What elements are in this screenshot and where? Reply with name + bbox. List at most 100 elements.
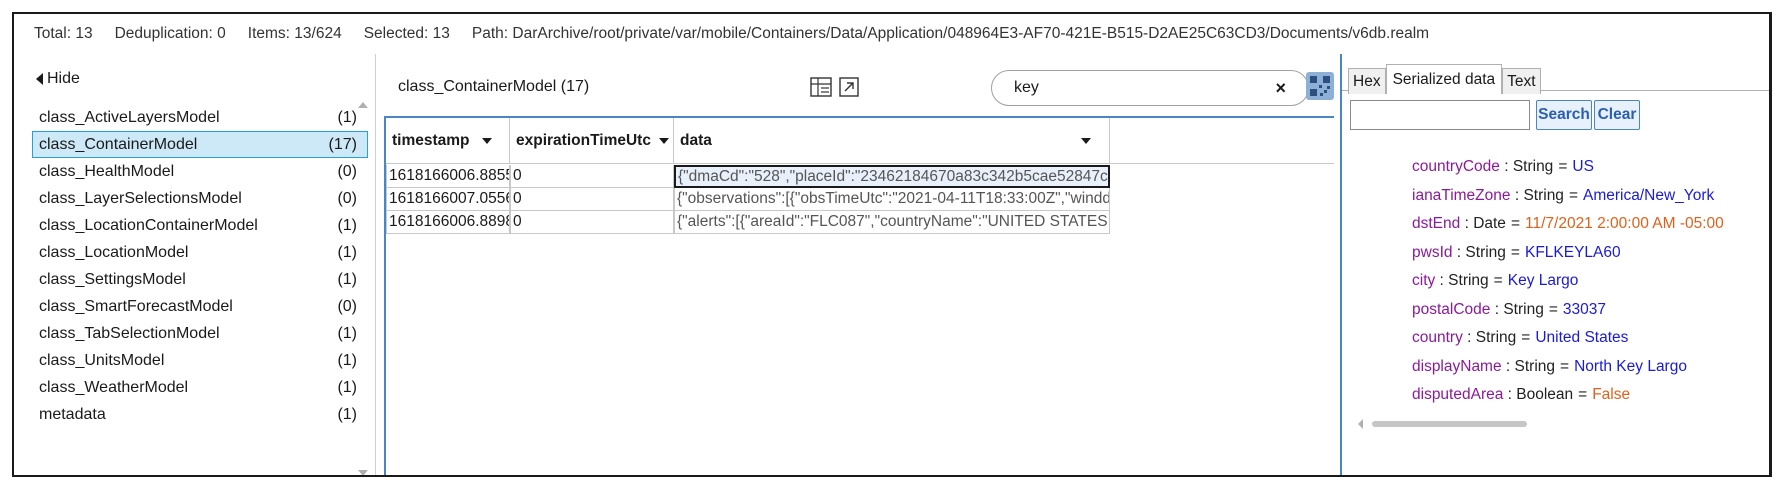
- property-name: pwsId: [1412, 243, 1453, 261]
- table-view-icon[interactable]: [808, 74, 834, 100]
- property-row[interactable]: postalCode : String = 33037: [1412, 299, 1606, 321]
- class-list-item[interactable]: class_WeatherModel (1): [32, 374, 368, 401]
- property-row[interactable]: country : String = United States: [1412, 327, 1628, 349]
- search-clear-icon[interactable]: ×: [1275, 78, 1286, 99]
- property-name: disputedArea: [1412, 386, 1504, 403]
- property-value: False: [1592, 386, 1631, 403]
- property-value: America/New_York: [1583, 186, 1715, 204]
- external-open-icon[interactable]: [836, 74, 862, 100]
- search-button[interactable]: Search: [1536, 100, 1592, 130]
- class-list-item[interactable]: class_TabSelectionModel (1): [32, 320, 368, 347]
- column-header-expiration[interactable]: expirationTimeUtc: [510, 118, 674, 164]
- sort-down-icon[interactable]: [1081, 138, 1091, 144]
- property-value: North Key Largo: [1574, 357, 1687, 375]
- tab-text[interactable]: Text: [1502, 68, 1541, 94]
- class-list: class_ActiveLayersModel (1) class_Containe…: [32, 104, 368, 428]
- column-header-label: timestamp: [392, 132, 470, 149]
- property-equals: =: [1548, 300, 1558, 318]
- record-search-box[interactable]: ×: [991, 70, 1309, 106]
- property-equals: =: [1510, 215, 1520, 232]
- cell-data[interactable]: {"alerts":[{"areaId":"FLC087","countryNa…: [674, 211, 1110, 234]
- property-row[interactable]: displayName : String = North Key Largo: [1412, 356, 1687, 378]
- property-value: Key Largo: [1507, 272, 1579, 289]
- property-value: 11/7/2021 2:00:00 AM -05:00: [1525, 215, 1724, 232]
- column-header-timestamp[interactable]: timestamp: [386, 118, 510, 164]
- table-row[interactable]: 1618166006.88983 0 {"alerts":[{"areaId":…: [386, 211, 1334, 234]
- cell-timestamp[interactable]: 1618166006.88556: [386, 165, 510, 188]
- property-name: city: [1412, 272, 1436, 289]
- class-name: class_UnitsModel: [39, 351, 165, 369]
- property-separator: :: [1462, 329, 1476, 346]
- class-list-item[interactable]: class_UnitsModel (1): [32, 347, 368, 374]
- cell-timestamp[interactable]: 1618166007.05561: [386, 188, 510, 211]
- class-list-item[interactable]: class_ActiveLayersModel (1): [32, 104, 368, 131]
- class-list-item[interactable]: metadata (1): [32, 401, 368, 428]
- property-type: String: [1465, 243, 1506, 261]
- cell-expiration[interactable]: 0: [510, 165, 674, 188]
- records-title: class_ContainerModel (17): [398, 78, 590, 95]
- property-row[interactable]: disputedArea : Boolean = False: [1412, 384, 1630, 406]
- class-name: class_LayerSelectionsModel: [39, 189, 242, 207]
- class-name: class_LocationContainerModel: [39, 216, 258, 234]
- status-selected: Selected: 13: [363, 25, 450, 42]
- detail-panel: Hex Serialized data Text Search Clear co…: [1340, 54, 1769, 475]
- cell-timestamp[interactable]: 1618166006.88983: [386, 211, 510, 234]
- tab-serialized-data[interactable]: Serialized data: [1385, 64, 1503, 94]
- column-header-label: expirationTimeUtc: [516, 132, 651, 149]
- sort-down-icon[interactable]: [658, 138, 669, 144]
- qr-code-icon[interactable]: [1306, 72, 1334, 100]
- property-name: postalCode: [1412, 300, 1491, 318]
- class-list-item[interactable]: class_SmartForecastModel (0): [32, 293, 368, 320]
- app-window: Total: 13 Deduplication: 0 Items: 13/624…: [12, 12, 1772, 477]
- cell-data[interactable]: {"observations":[{"obsTimeUtc":"2021-04-…: [674, 188, 1110, 211]
- class-list-item[interactable]: class_SettingsModel (1): [32, 266, 368, 293]
- cell-data[interactable]: {"dmaCd":"528","placeId":"23462184670a83…: [674, 165, 1110, 188]
- class-list-scrollbar[interactable]: [354, 100, 370, 475]
- property-equals: =: [1578, 386, 1588, 403]
- property-separator: :: [1452, 243, 1466, 261]
- class-list-item[interactable]: class_LayerSelectionsModel (0): [32, 185, 368, 212]
- table-row[interactable]: 1618166007.05561 0 {"observations":[{"ob…: [386, 188, 1334, 211]
- property-separator: :: [1503, 386, 1517, 403]
- class-list-item[interactable]: class_ContainerModel (17): [32, 131, 368, 158]
- property-type: String: [1512, 158, 1554, 175]
- status-total: Total: 13: [34, 25, 93, 42]
- record-search-input[interactable]: [1014, 79, 1234, 97]
- class-name: class_WeatherModel: [39, 378, 189, 396]
- scroll-down-icon[interactable]: [358, 470, 368, 475]
- cell-expiration[interactable]: 0: [510, 211, 674, 234]
- scrollbar-thumb[interactable]: [1372, 421, 1527, 427]
- property-separator: :: [1460, 215, 1474, 232]
- table-row[interactable]: 1618166006.88556 0 {"dmaCd":"528","place…: [386, 165, 1334, 188]
- property-type: String: [1448, 272, 1489, 289]
- property-row[interactable]: countryCode : String = US: [1412, 156, 1594, 178]
- hide-button[interactable]: Hide: [36, 70, 80, 88]
- property-row[interactable]: dstEnd : Date = 11/7/2021 2:00:00 AM -05:0…: [1412, 213, 1724, 235]
- cell-expiration[interactable]: 0: [510, 188, 674, 211]
- column-header-data[interactable]: data: [674, 118, 1110, 164]
- property-row[interactable]: ianaTimeZone : String = America/New_York: [1412, 185, 1714, 207]
- grid-header: timestamp expirationTimeUtc data: [386, 118, 1334, 164]
- property-row[interactable]: pwsId : String = KFLKEYLA60: [1412, 242, 1621, 264]
- class-name: class_LocationModel: [39, 243, 189, 261]
- property-row[interactable]: city : String = Key Largo: [1412, 270, 1578, 292]
- tab-hex[interactable]: Hex: [1348, 68, 1386, 94]
- class-list-item[interactable]: class_LocationContainerModel (1): [32, 212, 368, 239]
- detail-search-input[interactable]: [1350, 100, 1530, 130]
- class-list-item[interactable]: class_LocationModel (1): [32, 239, 368, 266]
- clear-button[interactable]: Clear: [1594, 100, 1640, 130]
- property-equals: =: [1560, 357, 1570, 375]
- property-value: United States: [1535, 329, 1629, 346]
- class-list-item[interactable]: class_HealthModel (0): [32, 158, 368, 185]
- scroll-up-icon[interactable]: [358, 102, 368, 108]
- class-name: class_SettingsModel: [39, 270, 186, 288]
- sort-down-icon[interactable]: [481, 138, 492, 144]
- horizontal-scrollbar[interactable]: [1358, 418, 1758, 430]
- detail-tabs: Hex Serialized data Text: [1348, 64, 1541, 94]
- triangle-left-icon: [36, 73, 43, 85]
- property-type: String: [1514, 357, 1556, 375]
- class-name: class_ActiveLayersModel: [39, 108, 220, 126]
- scroll-left-icon[interactable]: [1358, 419, 1363, 429]
- status-bar: Total: 13 Deduplication: 0 Items: 13/624…: [14, 14, 1769, 54]
- property-type: String: [1523, 186, 1564, 204]
